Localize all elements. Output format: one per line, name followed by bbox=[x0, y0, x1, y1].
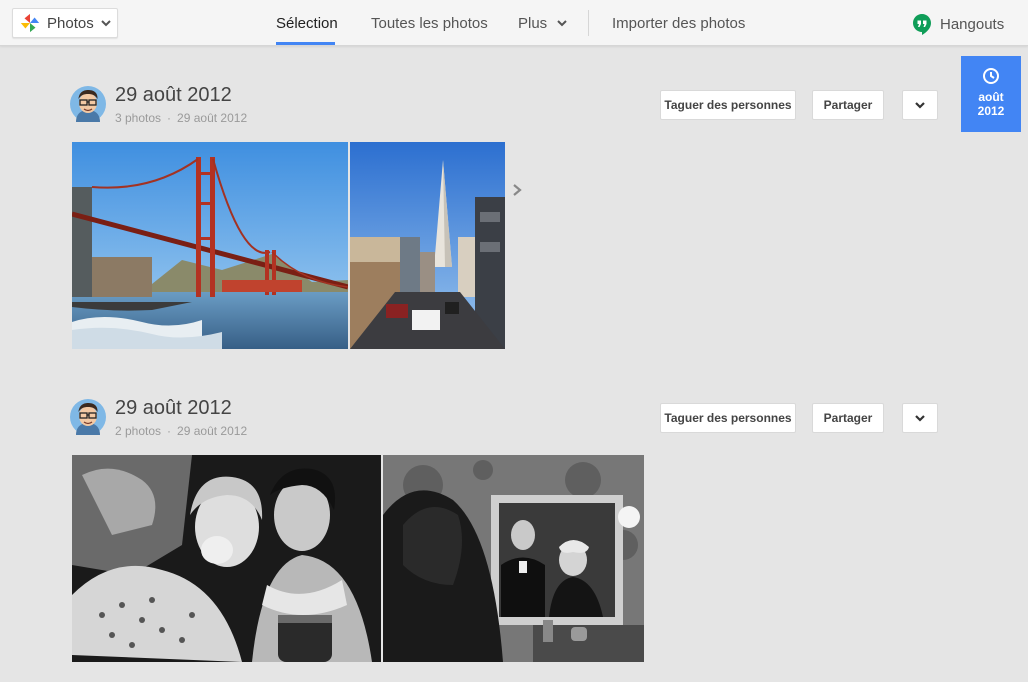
tab-more[interactable]: Plus bbox=[518, 0, 568, 46]
import-photos-link[interactable]: Importer des photos bbox=[612, 0, 745, 46]
nav-divider bbox=[588, 10, 589, 36]
tab-all-photos[interactable]: Toutes les photos bbox=[371, 0, 488, 46]
date-scrubber-badge[interactable]: août 2012 bbox=[961, 56, 1021, 132]
hangouts-label: Hangouts bbox=[940, 15, 1005, 33]
meta-separator: · bbox=[167, 111, 172, 125]
chevron-down-icon bbox=[915, 415, 925, 422]
transamerica-street-photo bbox=[350, 142, 505, 349]
more-options-button[interactable] bbox=[902, 90, 938, 120]
photo-thumbnail[interactable] bbox=[72, 455, 381, 662]
album-title[interactable]: 29 août 2012 bbox=[115, 84, 232, 107]
meta-separator: · bbox=[167, 424, 172, 438]
tag-people-button[interactable]: Taguer des personnes bbox=[660, 403, 796, 433]
album-meta: 2 photos · 29 août 2012 bbox=[115, 424, 247, 438]
tab-more-label: Plus bbox=[518, 15, 548, 32]
chevron-down-icon bbox=[915, 102, 925, 109]
black-white-mirror-photo bbox=[383, 455, 644, 662]
photo-thumbnail[interactable] bbox=[350, 142, 505, 349]
photo-count: 3 photos bbox=[115, 111, 162, 125]
avatar[interactable] bbox=[70, 86, 106, 122]
avatar[interactable] bbox=[70, 399, 106, 435]
share-button[interactable]: Partager bbox=[812, 90, 884, 120]
top-bar: Photos Sélection Toutes les photos Plus … bbox=[0, 0, 1028, 46]
tag-people-button[interactable]: Taguer des personnes bbox=[660, 90, 796, 120]
black-white-women-photo bbox=[72, 455, 381, 662]
chevron-down-icon bbox=[557, 20, 568, 27]
album-date: 29 août 2012 bbox=[177, 424, 248, 438]
tab-selection[interactable]: Sélection bbox=[276, 0, 338, 46]
album-meta: 3 photos · 29 août 2012 bbox=[115, 111, 247, 125]
hangouts-button[interactable]: Hangouts bbox=[912, 12, 1004, 36]
photo-thumbnail[interactable] bbox=[72, 142, 348, 349]
photos-pinwheel-icon bbox=[20, 13, 40, 33]
chevron-right-icon[interactable] bbox=[511, 183, 523, 197]
chevron-down-icon bbox=[100, 20, 111, 27]
date-badge-year: 2012 bbox=[977, 104, 1005, 118]
album-title[interactable]: 29 août 2012 bbox=[115, 397, 232, 420]
active-tab-indicator bbox=[276, 42, 335, 45]
clock-icon bbox=[983, 68, 999, 84]
golden-gate-bridge-photo bbox=[72, 142, 348, 349]
more-options-button[interactable] bbox=[902, 403, 938, 433]
date-badge-month: août bbox=[978, 90, 1004, 104]
app-switcher-button[interactable]: Photos bbox=[12, 8, 118, 38]
app-switcher-label: Photos bbox=[47, 14, 94, 32]
share-button[interactable]: Partager bbox=[812, 403, 884, 433]
hangouts-icon bbox=[913, 14, 931, 35]
album-date: 29 août 2012 bbox=[177, 111, 248, 125]
photo-count: 2 photos bbox=[115, 424, 162, 438]
photo-thumbnail[interactable] bbox=[383, 455, 644, 662]
